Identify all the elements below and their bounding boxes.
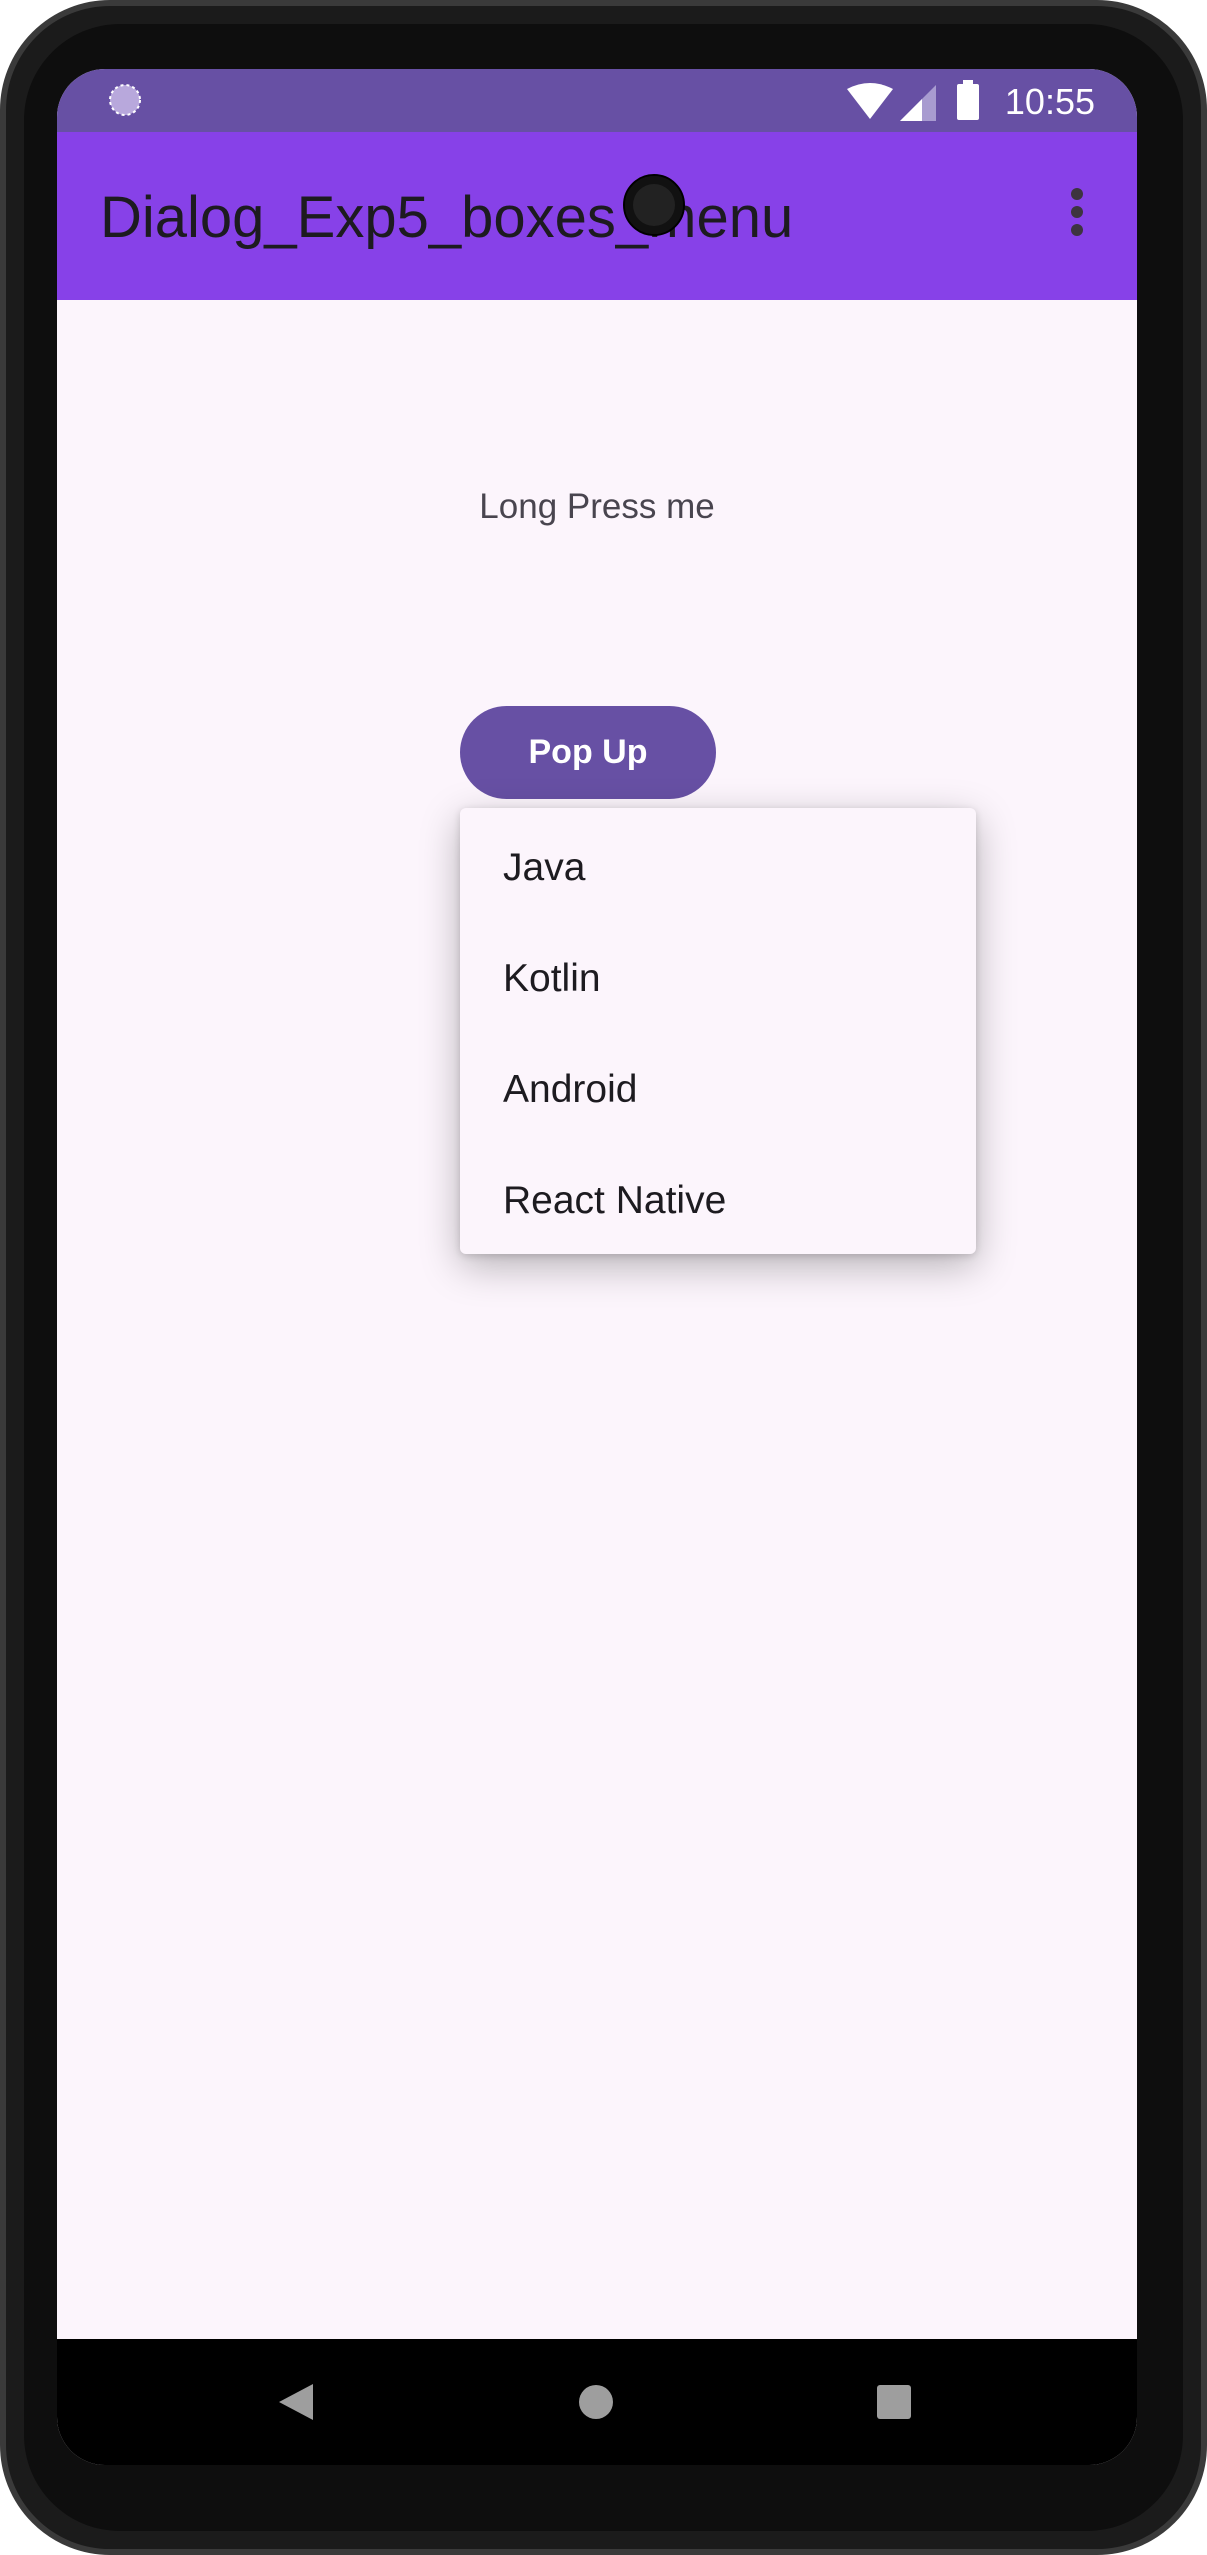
home-icon[interactable]	[578, 2384, 614, 2420]
status-time: 10:55	[1004, 81, 1095, 122]
signal-icon	[900, 85, 936, 121]
app-bar: Dialog_Exp5_boxes_menu	[57, 132, 1137, 300]
menu-item-android[interactable]: Android	[460, 1034, 976, 1145]
popup-menu: Java Kotlin Android React Native	[460, 808, 976, 1254]
long-press-text[interactable]: Long Press me	[57, 487, 1137, 527]
menu-item-java[interactable]: Java	[460, 812, 976, 923]
screen: 10:55 Dialog_Exp5_boxes_menu Long Press …	[57, 69, 1137, 2465]
back-icon[interactable]	[279, 2384, 313, 2420]
popup-button[interactable]: Pop Up	[460, 706, 716, 799]
menu-item-react-native[interactable]: React Native	[460, 1145, 976, 1256]
status-bar: 10:55	[57, 69, 1137, 132]
recents-icon[interactable]	[877, 2385, 911, 2419]
menu-item-kotlin[interactable]: Kotlin	[460, 923, 976, 1034]
app-title: Dialog_Exp5_boxes_menu	[100, 185, 794, 250]
battery-icon	[957, 80, 979, 120]
wifi-icon	[847, 83, 893, 119]
camera-cutout	[623, 174, 685, 236]
loading-icon	[109, 84, 141, 116]
navigation-bar	[57, 2339, 1137, 2465]
more-vert-icon[interactable]	[1071, 188, 1085, 242]
